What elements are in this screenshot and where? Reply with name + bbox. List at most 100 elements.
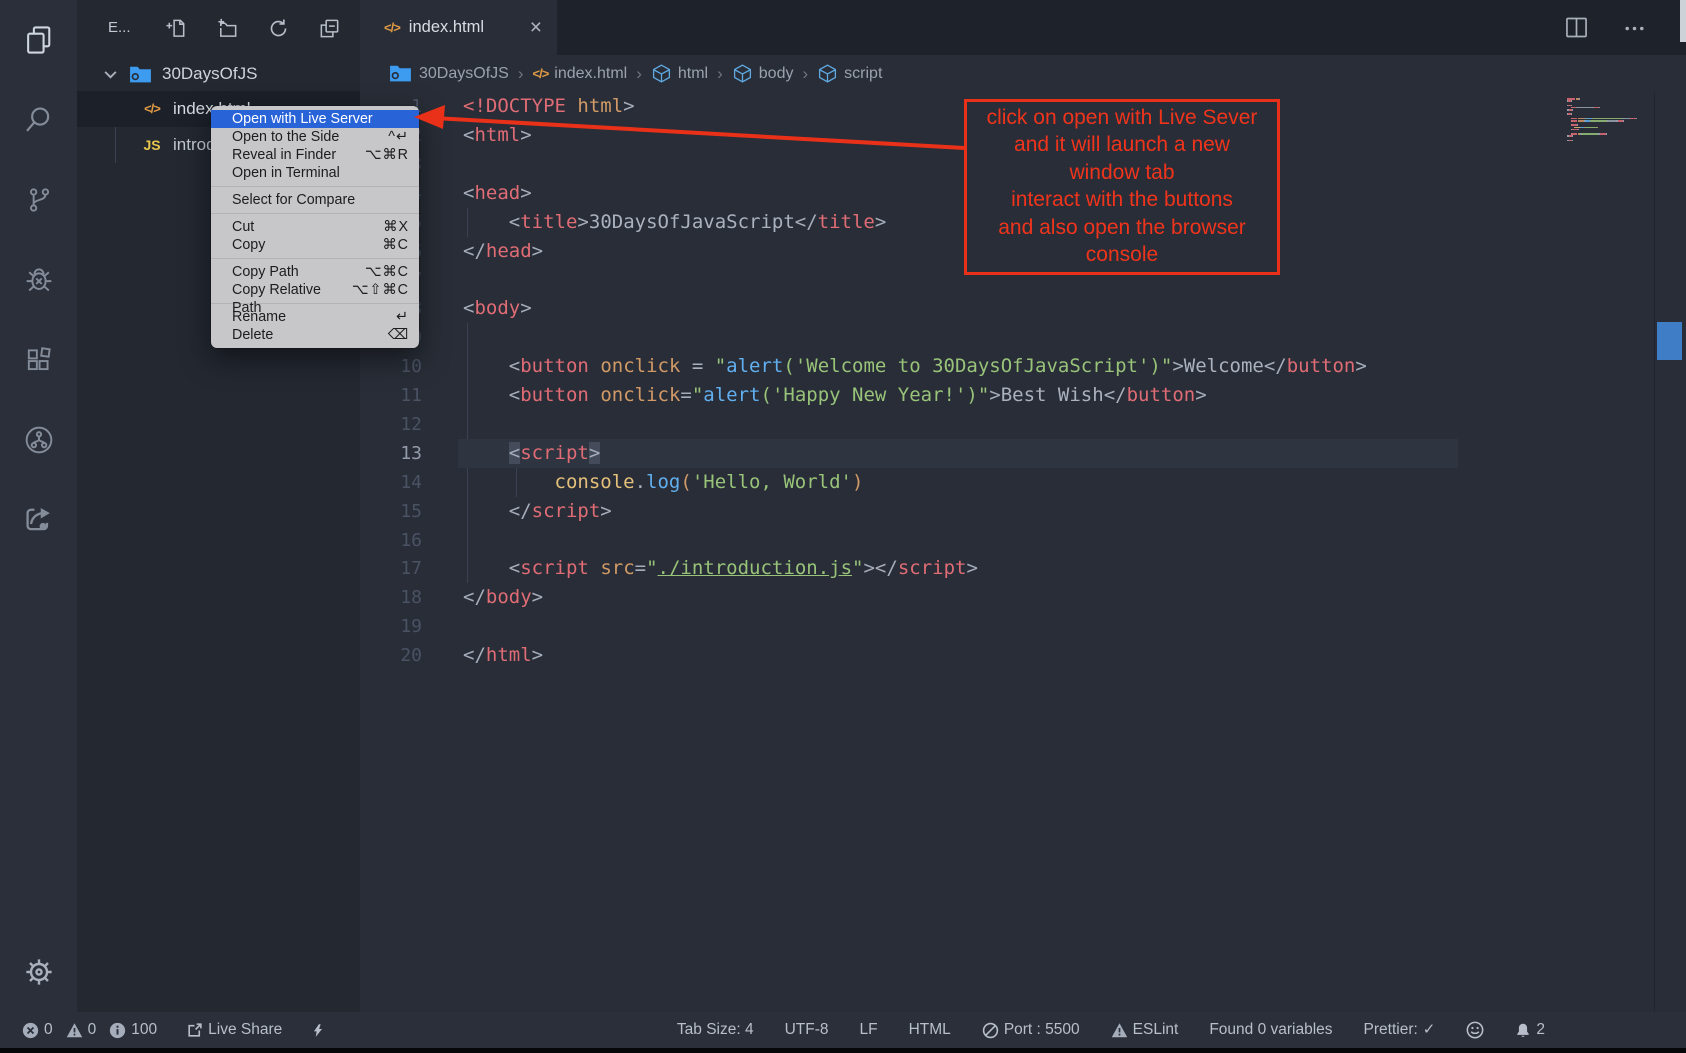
code-line-12[interactable]: 12	[360, 410, 1686, 439]
code-line-14[interactable]: 14 console.log('Hello, World')	[360, 468, 1686, 497]
error-icon	[22, 1022, 39, 1039]
tab-close-icon[interactable]: ×	[530, 16, 542, 40]
folder-icon	[128, 62, 153, 87]
code-line-10[interactable]: 10 <button onclick = "alert('Welcome to …	[360, 352, 1686, 381]
status-item-label: Prettier:	[1364, 1021, 1418, 1039]
more-actions-icon[interactable]	[1622, 16, 1647, 41]
symbol-cube-icon	[651, 63, 672, 84]
minimap-line	[1578, 129, 1579, 131]
activity-item-explorer[interactable]	[0, 0, 77, 80]
line-number: 20	[360, 641, 422, 670]
current-line-highlight	[458, 439, 1458, 468]
activity-item-extensions[interactable]	[0, 320, 77, 400]
symbol-cube-icon	[817, 63, 838, 84]
split-editor-icon[interactable]	[1563, 14, 1590, 41]
tab-bar: </> index.html ×	[360, 0, 1686, 55]
status-item-notifications[interactable]: 2	[1515, 1021, 1545, 1039]
status-item-label: 2	[1536, 1021, 1545, 1039]
menu-separator	[211, 213, 419, 214]
status-item-encoding[interactable]: UTF-8	[785, 1021, 829, 1039]
menu-item-open-with-live-server[interactable]: Open with Live Server	[211, 110, 419, 128]
collapse-folders-button[interactable]	[316, 15, 342, 41]
minimap-line	[1579, 98, 1580, 100]
code-text: <script>	[463, 439, 600, 468]
code-line-16[interactable]: 16	[360, 526, 1686, 555]
menu-item-copy-relative-path[interactable]: Copy Relative Path⌥⇧⌘C	[211, 281, 419, 299]
breadcrumb-item-script[interactable]: script	[817, 63, 882, 84]
minimap-line	[1599, 107, 1600, 109]
status-item-problems-errors[interactable]: 0	[22, 1021, 53, 1039]
code-text: <script src="./introduction.js"></script…	[463, 554, 978, 583]
status-item-feedback[interactable]	[1466, 1021, 1484, 1039]
menu-item-cut[interactable]: Cut⌘X	[211, 218, 419, 236]
activity-item-run-debug[interactable]	[0, 240, 77, 320]
status-item-eol[interactable]: LF	[860, 1021, 878, 1039]
annotation-box: click on open with Live Severand it will…	[964, 99, 1280, 275]
activity-item-settings[interactable]	[0, 932, 77, 1012]
breadcrumb-item-30daysofjs[interactable]: 30DaysOfJS	[388, 61, 509, 86]
line-number: 15	[360, 497, 422, 526]
menu-item-rename[interactable]: Rename↵	[211, 308, 419, 326]
code-line-15[interactable]: 15 </script>	[360, 497, 1686, 526]
code-line-8[interactable]: 8<body>	[360, 294, 1686, 323]
activity-bar	[0, 0, 77, 1012]
breadcrumb-separator: ›	[518, 64, 524, 84]
breadcrumb-item-body[interactable]: body	[732, 63, 794, 84]
status-item-live-share[interactable]: Live Share	[186, 1021, 282, 1039]
breadcrumb-separator: ›	[802, 64, 808, 84]
minimap-line	[1608, 120, 1616, 122]
menu-item-select-for-compare[interactable]: Select for Compare	[211, 191, 419, 209]
annotation-text-line: and also open the browser	[967, 214, 1277, 241]
breadcrumb-item-html[interactable]: html	[651, 63, 708, 84]
activity-item-live-share[interactable]	[0, 400, 77, 480]
tree-root-folder[interactable]: 30DaysOfJS	[77, 57, 360, 91]
code-line-13[interactable]: 13 <script>	[360, 439, 1686, 468]
menu-item-reveal-in-finder[interactable]: Reveal in Finder⌥⌘R	[211, 146, 419, 164]
status-item-label: UTF-8	[785, 1021, 829, 1039]
status-item-label: Live Share	[208, 1021, 282, 1039]
menu-item-copy-path[interactable]: Copy Path⌥⌘C	[211, 263, 419, 281]
menu-item-open-to-the-side[interactable]: Open to the Side^↵	[211, 128, 419, 146]
explorer-title: E...	[108, 0, 131, 55]
minimap-line	[1597, 127, 1598, 129]
menu-item-label: Reveal in Finder	[232, 146, 336, 164]
menu-item-delete[interactable]: Delete⌫	[211, 326, 419, 344]
code-line-20[interactable]: 20 </html>	[360, 641, 1686, 670]
status-item-tab-size[interactable]: Tab Size: 4	[677, 1021, 754, 1039]
menu-item-open-in-terminal[interactable]: Open in Terminal	[211, 164, 419, 182]
activity-item-publish[interactable]	[0, 480, 77, 560]
status-item-prettier[interactable]: Prettier:✓	[1364, 1021, 1436, 1039]
status-item-problems-info[interactable]: 100	[109, 1021, 157, 1039]
breadcrumb-label: script	[844, 65, 882, 83]
minimap[interactable]	[1567, 98, 1659, 158]
status-item-label: HTML	[909, 1021, 951, 1039]
breadcrumb: 30DaysOfJS›</>index.html›html›body›scrip…	[360, 55, 1686, 92]
line-number: 12	[360, 410, 422, 439]
new-file-button[interactable]	[163, 15, 189, 41]
status-item-live-server-port[interactable]: Port : 5500	[982, 1021, 1080, 1039]
code-line-9[interactable]: 9	[360, 323, 1686, 352]
menu-item-shortcut: ⌘X	[383, 218, 409, 236]
status-item-eslint[interactable]: ESLint	[1111, 1021, 1179, 1039]
code-line-18[interactable]: 18</body>	[360, 583, 1686, 612]
status-item-go-live[interactable]	[311, 1022, 325, 1039]
status-item-problems-warnings[interactable]: 0	[66, 1021, 97, 1039]
code-text: </html>	[463, 641, 543, 670]
code-text: </head>	[463, 237, 543, 266]
code-line-19[interactable]: 19	[360, 612, 1686, 641]
code-line-17[interactable]: 17 <script src="./introduction.js"></scr…	[360, 554, 1686, 583]
live-share-icon	[186, 1022, 203, 1039]
menu-item-shortcut: ⌫	[388, 326, 409, 344]
code-line-11[interactable]: 11 <button onclick="alert('Happy New Yea…	[360, 381, 1686, 410]
status-item-variables-found[interactable]: Found 0 variables	[1209, 1021, 1332, 1039]
menu-item-copy[interactable]: Copy⌘C	[211, 236, 419, 254]
context-menu: Open with Live ServerOpen to the Side^↵R…	[211, 106, 419, 348]
breadcrumb-item-index-html[interactable]: </>index.html	[532, 65, 627, 83]
refresh-explorer-button[interactable]	[265, 15, 291, 41]
activity-item-source-control[interactable]	[0, 160, 77, 240]
new-folder-button[interactable]	[214, 15, 240, 41]
status-item-language-mode[interactable]: HTML	[909, 1021, 951, 1039]
activity-item-search[interactable]	[0, 80, 77, 160]
tab-index-html[interactable]: </> index.html ×	[360, 0, 557, 55]
status-item-label: 0	[88, 1021, 97, 1039]
